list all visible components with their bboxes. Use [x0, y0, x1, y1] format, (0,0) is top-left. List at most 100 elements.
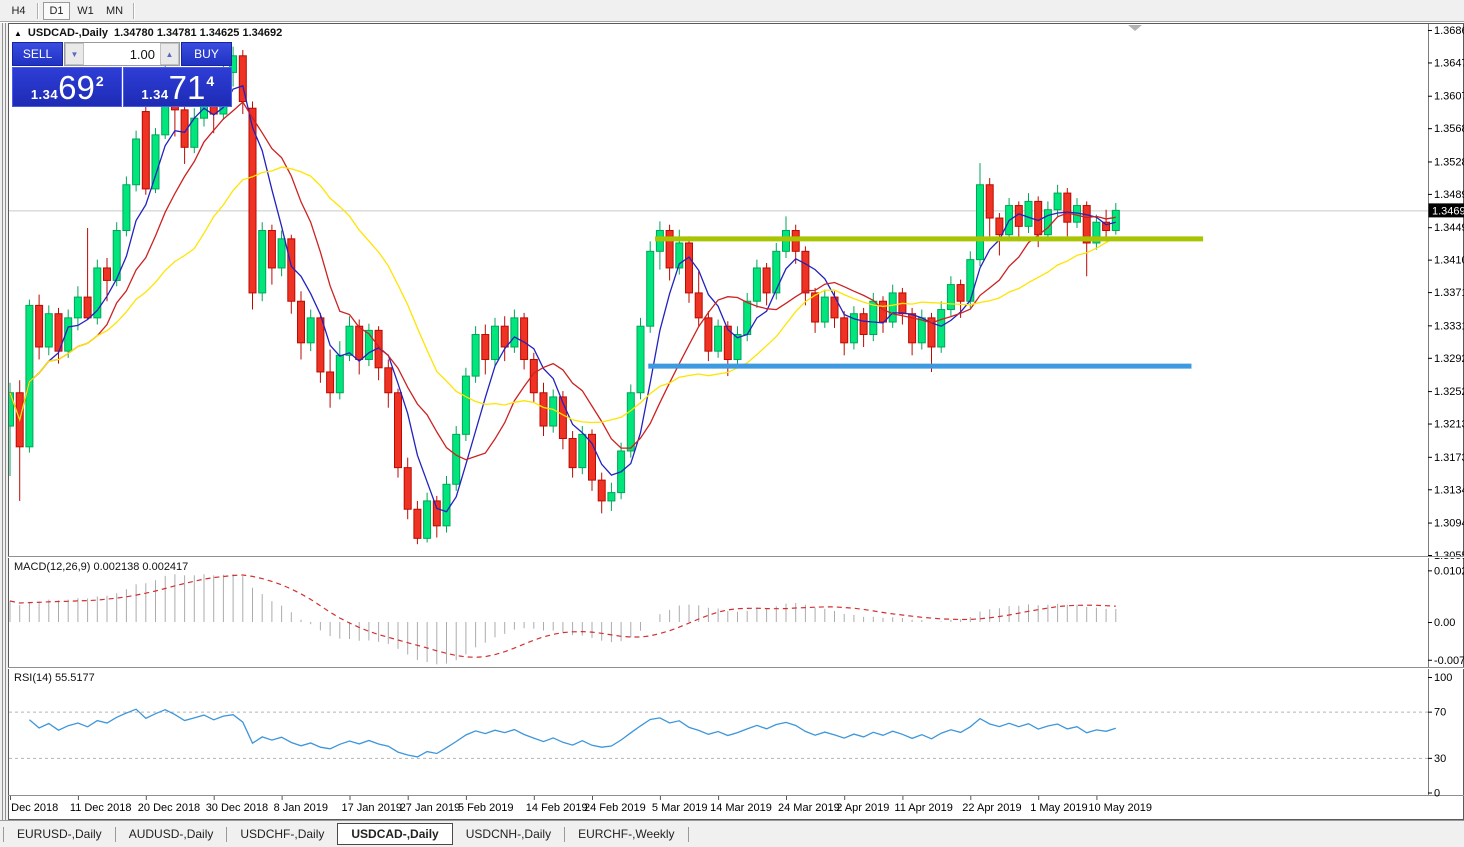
candle	[686, 243, 693, 293]
candle	[753, 268, 760, 301]
price-tick-label: 1.33710	[1434, 287, 1464, 299]
rsi-tick-label: 0	[1434, 788, 1440, 800]
candle	[133, 139, 140, 185]
timeframe-button-d1[interactable]: D1	[43, 2, 70, 20]
rsi-tick-label: 100	[1434, 672, 1452, 684]
rsi-line	[29, 709, 1115, 757]
candle	[598, 480, 605, 501]
candle	[773, 251, 780, 293]
timeframe-button-w1[interactable]: W1	[72, 2, 99, 20]
candle	[453, 434, 460, 484]
window-collapse-icon[interactable]	[1128, 25, 1142, 31]
tab-separator	[688, 827, 689, 842]
candle	[666, 231, 673, 268]
volume-increase-button[interactable]: ▲	[160, 43, 179, 65]
tab-eurchf[interactable]: EURCHF-,Weekly	[565, 824, 687, 844]
buy-price-sup: 4	[206, 73, 214, 89]
volume-decrease-button[interactable]: ▼	[65, 43, 84, 65]
candle	[142, 112, 149, 189]
window-left-splitter[interactable]	[0, 23, 8, 820]
price-tick-label: 1.32920	[1434, 353, 1464, 365]
candle	[298, 301, 305, 343]
candle	[288, 239, 295, 301]
price-tick-label: 1.34490	[1434, 222, 1464, 234]
candle	[967, 260, 974, 302]
candle	[414, 509, 421, 538]
candle	[462, 376, 469, 434]
candle	[336, 355, 343, 392]
candle	[259, 231, 266, 293]
toolbar-separator	[37, 3, 38, 19]
sell-quote-button[interactable]: 1.34692	[12, 67, 122, 107]
sell-price-prefix: 1.34	[31, 87, 58, 102]
candle	[385, 368, 392, 393]
date-tick-label: 24 Feb 2019	[584, 802, 646, 814]
candle	[821, 297, 828, 322]
tab-audusd[interactable]: AUDUSD-,Daily	[116, 824, 227, 844]
date-tick-label: 2 Dec 2018	[2, 802, 58, 814]
candle	[346, 326, 353, 355]
candle	[860, 314, 867, 335]
candle	[307, 318, 314, 343]
price-tick-label: 1.36470	[1434, 57, 1464, 69]
chart-canvas[interactable]: 1.368601.364701.360701.356801.352801.348…	[0, 0, 1464, 847]
candle	[1044, 210, 1051, 235]
candle	[395, 393, 402, 468]
candle	[1064, 193, 1071, 222]
candle	[705, 318, 712, 351]
date-tick-label: 1 May 2019	[1030, 802, 1087, 814]
candle	[511, 318, 518, 347]
price-tick-label: 1.34890	[1434, 189, 1464, 201]
rsi-tick-label: 30	[1434, 753, 1446, 765]
timeframe-button-mn[interactable]: MN	[101, 2, 128, 20]
sell-button[interactable]: SELL	[12, 42, 63, 66]
price-tick-label: 1.30940	[1434, 518, 1464, 530]
price-tick-label: 1.36860	[1434, 25, 1464, 37]
timeframe-button-h4[interactable]: H4	[5, 2, 32, 20]
macd-histogram-group	[10, 574, 1116, 664]
candle	[327, 372, 334, 393]
candle	[715, 326, 722, 351]
sell-price-big: 69	[58, 70, 95, 106]
candle	[249, 108, 256, 293]
tab-usdchf[interactable]: USDCHF-,Daily	[227, 824, 337, 844]
date-tick-label: 24 Mar 2019	[778, 802, 840, 814]
candle	[647, 251, 654, 326]
macd-tick-label: 0.010229	[1434, 565, 1464, 577]
candle	[540, 393, 547, 426]
candle	[986, 185, 993, 218]
candle	[579, 434, 586, 467]
date-tick-label: 10 May 2019	[1088, 802, 1152, 814]
candle	[870, 301, 877, 334]
collapse-triangle-icon[interactable]: ▲	[14, 29, 22, 38]
tab-usdcad[interactable]: USDCAD-,Daily	[337, 823, 452, 845]
tab-eurusd[interactable]: EURUSD-,Daily	[4, 824, 115, 844]
date-tick-label: 22 Apr 2019	[962, 802, 1021, 814]
buy-price-prefix: 1.34	[141, 87, 168, 102]
candle	[1112, 210, 1119, 230]
price-tick-label: 1.35680	[1434, 123, 1464, 135]
candle	[36, 305, 43, 347]
price-tick-label: 1.33310	[1434, 320, 1464, 332]
price-tick-label: 1.32130	[1434, 419, 1464, 431]
candle	[1054, 193, 1061, 210]
price-tick-label: 1.31340	[1434, 484, 1464, 496]
candle	[45, 314, 52, 347]
rsi-tick-label: 70	[1434, 707, 1446, 719]
buy-button[interactable]: BUY	[181, 42, 232, 66]
chart-symbol-label: USDCAD-,Daily	[28, 27, 108, 39]
date-tick-label: 30 Dec 2018	[206, 802, 268, 814]
date-tick-label: 11 Apr 2019	[894, 802, 953, 814]
volume-input[interactable]	[84, 43, 160, 65]
tab-usdcnh[interactable]: USDCNH-,Daily	[453, 824, 564, 844]
date-tick-label: 20 Dec 2018	[138, 802, 200, 814]
candle	[84, 297, 91, 318]
macd-label: MACD(12,26,9) 0.002138 0.002417	[14, 561, 188, 573]
candle	[947, 285, 954, 310]
candle	[637, 326, 644, 393]
candle	[977, 185, 984, 260]
sell-price-sup: 2	[96, 73, 104, 89]
buy-quote-button[interactable]: 1.34714	[123, 67, 233, 107]
candle	[472, 335, 479, 377]
price-tick-label: 1.32520	[1434, 386, 1464, 398]
